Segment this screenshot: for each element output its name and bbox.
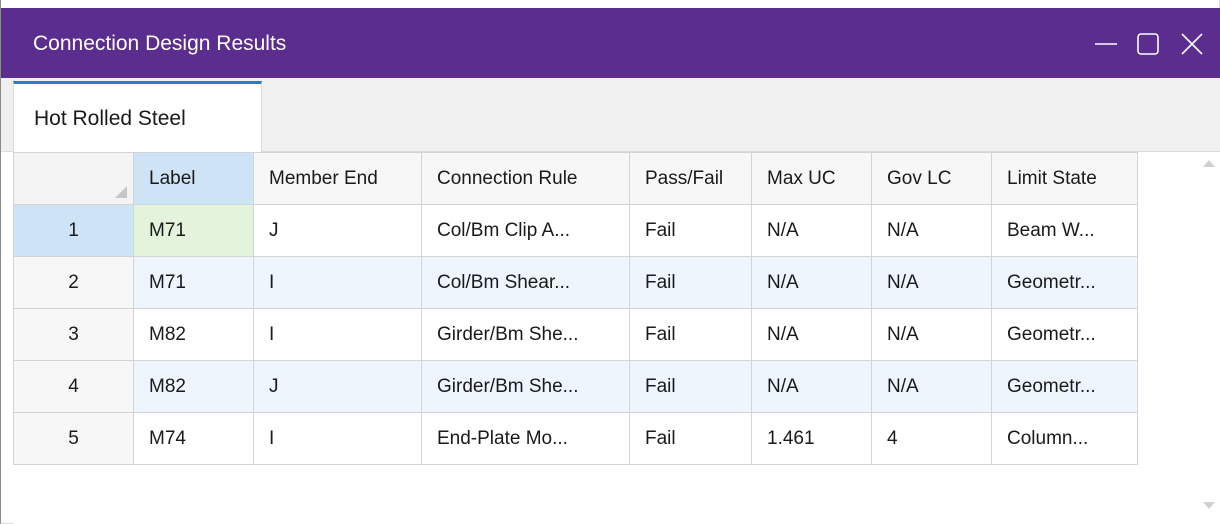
column-header-connection-rule[interactable]: Connection Rule [421, 152, 630, 205]
connection-design-results-window: Connection Design Results Hot Rolled Ste… [0, 0, 1220, 524]
limit-state-cell[interactable]: Geometr... [991, 360, 1138, 413]
table-row[interactable]: 1 M71 J Col/Bm Clip A... Fail N/A N/A Be… [13, 204, 1138, 257]
max-uc-cell[interactable]: N/A [751, 256, 872, 309]
column-header-label[interactable]: Label [133, 152, 254, 205]
vertical-scrollbar[interactable] [1199, 152, 1220, 524]
row-number[interactable]: 3 [13, 308, 134, 361]
member-end-cell[interactable]: I [253, 256, 422, 309]
close-icon [1181, 33, 1203, 55]
minimize-icon [1095, 43, 1117, 45]
max-uc-cell[interactable]: N/A [751, 360, 872, 413]
tab-hot-rolled-steel[interactable]: Hot Rolled Steel [13, 81, 262, 153]
max-uc-cell[interactable]: N/A [751, 308, 872, 361]
maximize-icon [1137, 33, 1159, 55]
table-row[interactable]: 3 M82 I Girder/Bm She... Fail N/A N/A Ge… [13, 308, 1138, 361]
max-uc-cell[interactable]: N/A [751, 204, 872, 257]
row-number[interactable]: 2 [13, 256, 134, 309]
gov-lc-cell[interactable]: N/A [871, 308, 992, 361]
limit-state-cell[interactable]: Column... [991, 412, 1138, 465]
member-end-cell[interactable]: I [253, 308, 422, 361]
pass-fail-cell[interactable]: Fail [629, 256, 752, 309]
select-all-icon [115, 186, 127, 198]
table-row[interactable]: 4 M82 J Girder/Bm She... Fail N/A N/A Ge… [13, 360, 1138, 413]
row-number[interactable]: 1 [13, 204, 134, 257]
column-header-limit-state[interactable]: Limit State [991, 152, 1138, 205]
column-header-pass-fail[interactable]: Pass/Fail [629, 152, 752, 205]
connection-rule-cell[interactable]: Col/Bm Clip A... [421, 204, 630, 257]
member-end-cell[interactable]: J [253, 360, 422, 413]
minimize-button[interactable] [1091, 30, 1121, 58]
gov-lc-cell[interactable]: N/A [871, 360, 992, 413]
scroll-up-icon[interactable] [1203, 160, 1215, 167]
close-button[interactable] [1177, 30, 1207, 58]
connection-rule-cell[interactable]: Col/Bm Shear... [421, 256, 630, 309]
member-end-cell[interactable]: I [253, 412, 422, 465]
pass-fail-cell[interactable]: Fail [629, 360, 752, 413]
label-cell[interactable]: M74 [133, 412, 254, 465]
connection-rule-cell[interactable]: Girder/Bm She... [421, 308, 630, 361]
maximize-button[interactable] [1133, 30, 1163, 58]
label-cell[interactable]: M82 [133, 360, 254, 413]
row-number[interactable]: 4 [13, 360, 134, 413]
pass-fail-cell[interactable]: Fail [629, 308, 752, 361]
scroll-down-icon[interactable] [1203, 502, 1215, 509]
header-row: Label Member End Connection Rule Pass/Fa… [13, 152, 1138, 205]
label-cell[interactable]: M71 [133, 256, 254, 309]
column-header-member-end[interactable]: Member End [253, 152, 422, 205]
tab-label: Hot Rolled Steel [34, 106, 186, 130]
pass-fail-cell[interactable]: Fail [629, 204, 752, 257]
row-number[interactable]: 5 [13, 412, 134, 465]
limit-state-cell[interactable]: Geometr... [991, 308, 1138, 361]
max-uc-cell[interactable]: 1.461 [751, 412, 872, 465]
connection-rule-cell[interactable]: Girder/Bm She... [421, 360, 630, 413]
tab-strip: Hot Rolled Steel [1, 78, 1220, 153]
connection-rule-cell[interactable]: End-Plate Mo... [421, 412, 630, 465]
select-all-corner[interactable] [13, 152, 134, 205]
column-header-gov-lc[interactable]: Gov LC [871, 152, 992, 205]
gov-lc-cell[interactable]: 4 [871, 412, 992, 465]
title-bar: Connection Design Results [1, 8, 1220, 78]
results-table: Label Member End Connection Rule Pass/Fa… [13, 152, 1138, 465]
table-row[interactable]: 5 M74 I End-Plate Mo... Fail 1.461 4 Col… [13, 412, 1138, 465]
label-cell[interactable]: M82 [133, 308, 254, 361]
gov-lc-cell[interactable]: N/A [871, 256, 992, 309]
limit-state-cell[interactable]: Beam W... [991, 204, 1138, 257]
label-cell[interactable]: M71 [133, 204, 254, 257]
window-title: Connection Design Results [33, 32, 287, 55]
gov-lc-cell[interactable]: N/A [871, 204, 992, 257]
pass-fail-cell[interactable]: Fail [629, 412, 752, 465]
results-grid: Label Member End Connection Rule Pass/Fa… [13, 152, 1220, 524]
limit-state-cell[interactable]: Geometr... [991, 256, 1138, 309]
column-header-max-uc[interactable]: Max UC [751, 152, 872, 205]
member-end-cell[interactable]: J [253, 204, 422, 257]
table-row[interactable]: 2 M71 I Col/Bm Shear... Fail N/A N/A Geo… [13, 256, 1138, 309]
